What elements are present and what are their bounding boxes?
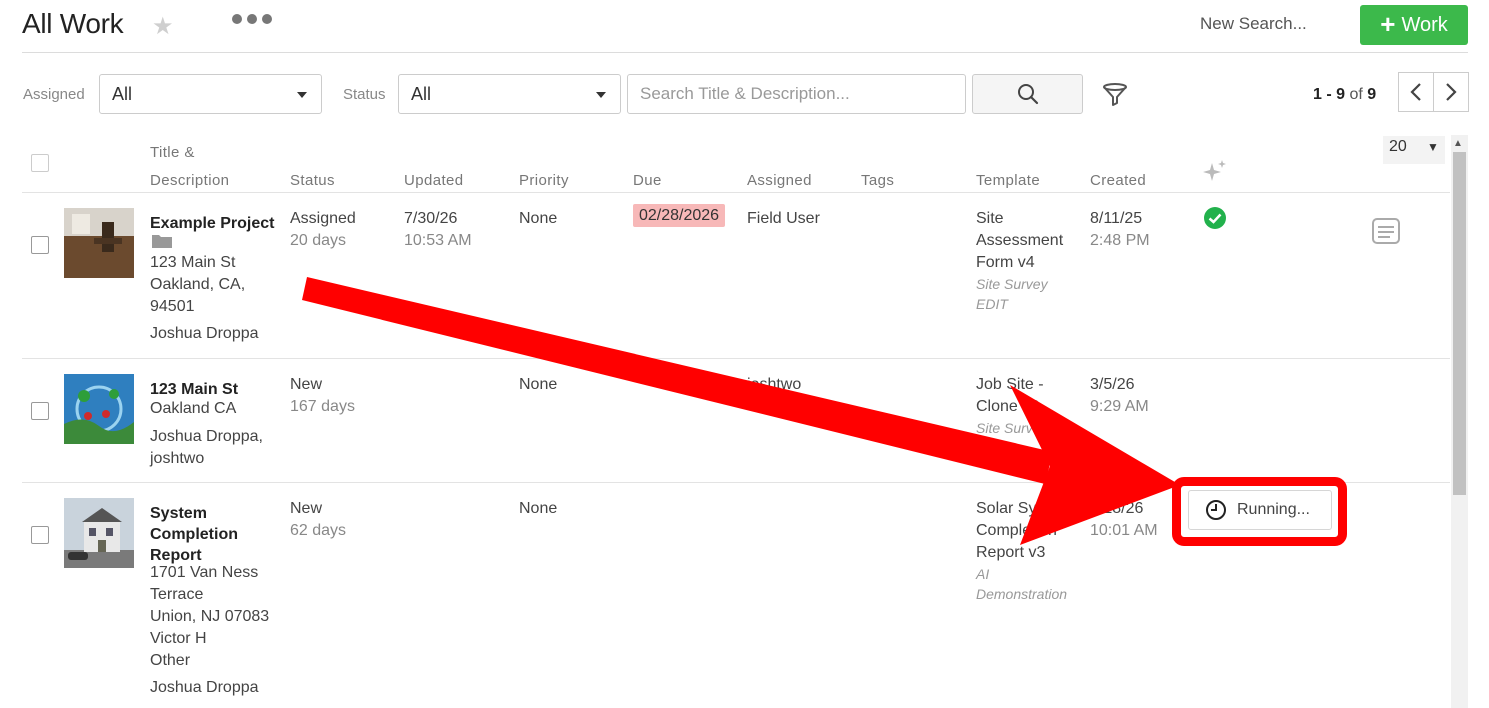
status-filter-select[interactable]: All <box>398 74 621 114</box>
pager-summary: 1 - 9 of 9 <box>1313 86 1377 103</box>
project-thumbnail[interactable] <box>64 498 134 568</box>
assigned-filter-select[interactable]: All <box>99 74 322 114</box>
row-people: Joshua Droppa, joshtwo <box>150 428 263 467</box>
status-filter-value: All <box>411 83 432 104</box>
more-icon[interactable] <box>232 14 272 24</box>
clock-icon <box>1206 500 1226 520</box>
row-address: Oakland CA <box>150 400 237 417</box>
row-template-sub[interactable]: Site Survey EDIT <box>976 274 1048 314</box>
row-assigned: joshtwo <box>747 376 802 393</box>
row-created-time: 9:29 AM <box>1090 398 1149 415</box>
row-template[interactable]: Solar System Completion Report v3 <box>976 498 1071 564</box>
row-title[interactable]: System Completion Report <box>150 503 238 566</box>
folder-icon[interactable] <box>151 233 173 254</box>
prev-page-button[interactable] <box>1398 72 1434 112</box>
scrollbar-thumb[interactable] <box>1453 152 1466 495</box>
row-checkbox[interactable] <box>31 236 49 254</box>
due-date-badge: 02/28/2026 <box>633 204 726 227</box>
column-title-line1[interactable]: Title & <box>150 144 195 161</box>
row-people: Joshua Droppa <box>150 325 259 342</box>
row-status: New <box>290 500 323 517</box>
project-thumbnail[interactable] <box>64 208 134 278</box>
header-divider <box>22 52 1468 53</box>
per-page-value: 20 <box>1389 138 1407 155</box>
caret-down-icon <box>596 92 606 98</box>
column-status[interactable]: Status <box>290 172 335 189</box>
add-work-label: Work <box>1401 13 1448 36</box>
row-address: 1701 Van Ness Terrace Union, NJ 07083 Vi… <box>150 564 270 669</box>
page-title: All Work <box>22 8 124 39</box>
scroll-up-icon[interactable]: ▲ <box>1453 138 1463 149</box>
row-status: New <box>290 376 323 393</box>
row-created-date: 6/18/26 <box>1090 500 1144 517</box>
check-circle-icon <box>1203 206 1227 235</box>
row-people: Joshua Droppa <box>150 679 259 696</box>
search-input[interactable]: Search Title & Description... <box>627 74 966 114</box>
row-created-time: 10:01 AM <box>1090 522 1158 539</box>
row-address: 123 Main St Oakland, CA, 94501 <box>150 254 246 315</box>
row-checkbox[interactable] <box>31 402 49 420</box>
add-work-button[interactable]: + Work <box>1360 5 1468 45</box>
sparkle-icon <box>1202 159 1228 190</box>
row-status: Assigned <box>290 210 356 227</box>
status-filter-label: Status <box>343 86 386 103</box>
row-status-age: 62 days <box>290 522 347 539</box>
row-updated-date: 7/30/26 <box>404 210 458 227</box>
row-divider <box>22 358 1450 359</box>
select-all-checkbox[interactable] <box>31 154 49 172</box>
filter-icon[interactable] <box>1102 82 1128 113</box>
row-template[interactable]: Site Assessment Form v4 <box>976 208 1063 274</box>
column-title-line2[interactable]: Description <box>150 172 229 189</box>
assigned-filter-label: Assigned <box>23 86 85 103</box>
ai-running-label: Running... <box>1237 501 1310 518</box>
row-priority: None <box>519 500 558 517</box>
assigned-filter-value: All <box>112 83 133 104</box>
column-updated[interactable]: Updated <box>404 172 464 189</box>
notes-icon[interactable] <box>1372 218 1400 249</box>
search-icon <box>1017 84 1038 105</box>
chevron-left-icon <box>1410 83 1421 101</box>
ai-running-button[interactable]: Running... <box>1188 490 1332 530</box>
project-thumbnail[interactable] <box>64 374 134 444</box>
row-priority: None <box>519 376 558 393</box>
chevron-right-icon <box>1446 83 1457 101</box>
per-page-select[interactable]: 20 ▼ <box>1383 136 1445 164</box>
row-title[interactable]: Example Project <box>150 213 275 234</box>
search-button[interactable] <box>972 74 1083 114</box>
row-created-date: 3/5/26 <box>1090 376 1135 393</box>
plus-icon: + <box>1380 9 1396 39</box>
row-status-age: 20 days <box>290 232 347 249</box>
column-priority[interactable]: Priority <box>519 172 569 189</box>
row-due: 02/28/2026 <box>633 204 726 227</box>
column-created[interactable]: Created <box>1090 172 1146 189</box>
row-created-time: 2:48 PM <box>1090 232 1150 249</box>
column-template[interactable]: Template <box>976 172 1040 189</box>
row-template-sub[interactable]: AI Demonstration <box>976 564 1067 604</box>
row-checkbox[interactable] <box>31 526 49 544</box>
row-title[interactable]: 123 Main St <box>150 379 238 400</box>
column-tags[interactable]: Tags <box>861 172 894 189</box>
row-priority: None <box>519 210 558 227</box>
row-updated-time: 10:53 AM <box>404 232 472 249</box>
row-template-sub[interactable]: Site Survey EDIT <box>976 418 1048 458</box>
header-row-divider <box>22 192 1450 193</box>
row-status-age: 167 days <box>290 398 355 415</box>
row-created-date: 8/11/25 <box>1090 210 1143 227</box>
caret-down-icon: ▼ <box>1427 140 1439 154</box>
star-icon[interactable]: ★ <box>152 12 174 41</box>
column-assigned[interactable]: Assigned <box>747 172 812 189</box>
new-search-link[interactable]: New Search... <box>1200 14 1307 34</box>
row-assigned: Field User <box>747 210 820 227</box>
row-template[interactable]: Job Site - Clone v2 <box>976 374 1044 418</box>
search-placeholder: Search Title & Description... <box>640 84 850 103</box>
caret-down-icon <box>297 92 307 98</box>
column-due[interactable]: Due <box>633 172 662 189</box>
next-page-button[interactable] <box>1433 72 1469 112</box>
